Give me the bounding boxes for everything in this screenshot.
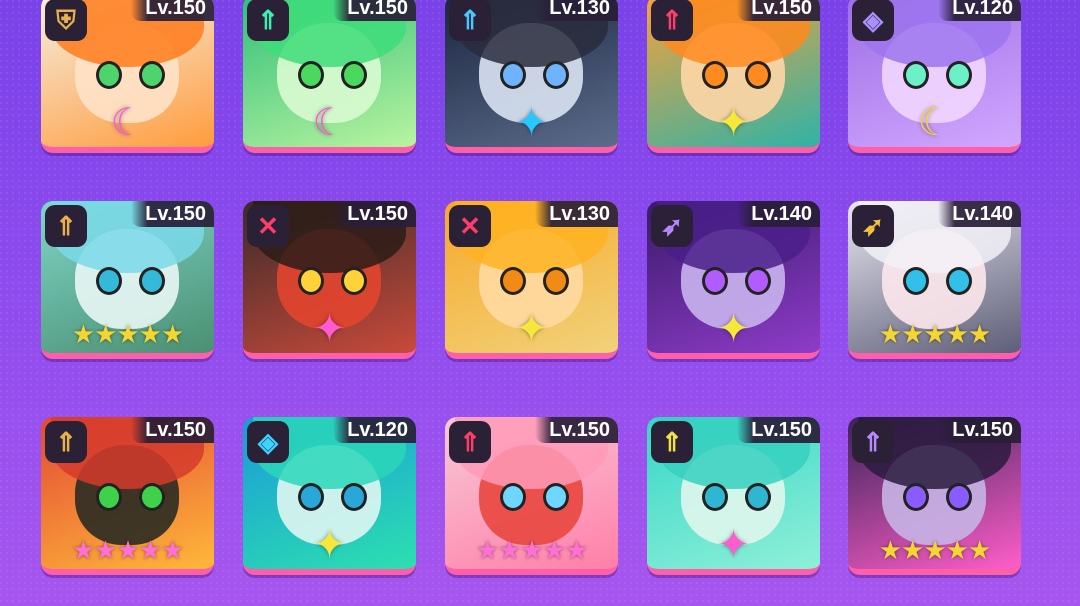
double-arrow-up-icon: ⇑ — [449, 421, 491, 463]
moon-icon: ☾ — [312, 102, 347, 144]
double-arrow-up-icon: ⇑ — [852, 421, 894, 463]
hero-level: Lv.150 — [535, 417, 618, 443]
star-burst-icon: ✦ — [716, 523, 751, 567]
star-rating: ★★★★★ — [71, 319, 185, 349]
hero-level: Lv.150 — [737, 417, 820, 443]
star-rating: ★★★★★ — [71, 535, 185, 565]
hero-level: Lv.120 — [938, 0, 1021, 21]
hero-card[interactable]: Lv.150 ⇑ ★★★★★ — [848, 417, 1021, 575]
double-arrow-up-icon: ⇑ — [651, 0, 693, 41]
hero-level: Lv.140 — [737, 201, 820, 227]
star-burst-icon: ✦ — [312, 307, 347, 351]
shield-helmet-icon: ⛨ — [45, 0, 87, 41]
crossed-swords-icon: ✕ — [449, 205, 491, 247]
hero-card[interactable]: Lv.150 ⇑ ★★★★★ — [41, 201, 214, 359]
crossed-swords-icon: ✕ — [247, 205, 289, 247]
star-burst-icon: ✦ — [312, 523, 347, 567]
hero-level: Lv.150 — [131, 0, 214, 21]
hero-card[interactable]: Lv.150 ⇑ ✦ — [647, 417, 820, 575]
hero-level: Lv.150 — [333, 0, 416, 21]
bow-arrow-icon: ➶ — [852, 205, 894, 247]
hero-card[interactable]: Lv.150 ⇑ ☾ — [243, 0, 416, 153]
hero-level: Lv.150 — [333, 201, 416, 227]
hero-card[interactable]: Lv.130 ⇑ ✦ — [445, 0, 618, 153]
star-burst-icon: ✦ — [716, 307, 751, 351]
moon-icon: ☾ — [917, 102, 952, 144]
hero-card[interactable]: Lv.130 ✕ ✦ — [445, 201, 618, 359]
hero-level: Lv.140 — [938, 201, 1021, 227]
hero-card[interactable]: Lv.150 ⇑ ★★★★★ — [41, 417, 214, 575]
star-rating: ★★★★★ — [475, 535, 589, 565]
double-arrow-up-icon: ⇑ — [45, 205, 87, 247]
diamond-rune-icon: ◈ — [247, 421, 289, 463]
hero-card[interactable]: Lv.150 ⛨ ☾ — [41, 0, 214, 153]
double-arrow-up-icon: ⇑ — [449, 0, 491, 41]
hero-card[interactable]: Lv.140 ➶ ★★★★★ — [848, 201, 1021, 359]
double-arrow-up-icon: ⇑ — [651, 421, 693, 463]
hero-card[interactable]: Lv.150 ✕ ✦ — [243, 201, 416, 359]
star-burst-icon: ✦ — [716, 101, 751, 145]
hero-level: Lv.150 — [131, 201, 214, 227]
diamond-rune-icon: ◈ — [852, 0, 894, 41]
star-burst-icon: ✦ — [514, 101, 549, 145]
hero-card[interactable]: Lv.150 ⇑ ★★★★★ — [445, 417, 618, 575]
moon-icon: ☾ — [110, 102, 145, 144]
hero-level: Lv.130 — [535, 201, 618, 227]
hero-level: Lv.120 — [333, 417, 416, 443]
hero-level: Lv.130 — [535, 0, 618, 21]
hero-level: Lv.150 — [131, 417, 214, 443]
hero-card[interactable]: Lv.120 ◈ ✦ — [243, 417, 416, 575]
hero-level: Lv.150 — [938, 417, 1021, 443]
hero-card[interactable]: Lv.150 ⇑ ✦ — [647, 0, 820, 153]
hero-card[interactable]: Lv.120 ◈ ☾ — [848, 0, 1021, 153]
star-rating: ★★★★★ — [878, 535, 992, 565]
hero-grid: Lv.150 ⛨ ☾ Lv.150 ⇑ ☾ Lv.130 ⇑ ✦ Lv.150 ⇑ ✦ Lv.120 ◈ ☾… — [0, 0, 1080, 606]
hero-card[interactable]: Lv.140 ➶ ✦ — [647, 201, 820, 359]
bow-arrow-icon: ➶ — [651, 205, 693, 247]
star-rating: ★★★★★ — [878, 319, 992, 349]
hero-level: Lv.150 — [737, 0, 820, 21]
double-arrow-up-icon: ⇑ — [247, 0, 289, 41]
double-arrow-up-icon: ⇑ — [45, 421, 87, 463]
star-burst-icon: ✦ — [514, 307, 549, 351]
